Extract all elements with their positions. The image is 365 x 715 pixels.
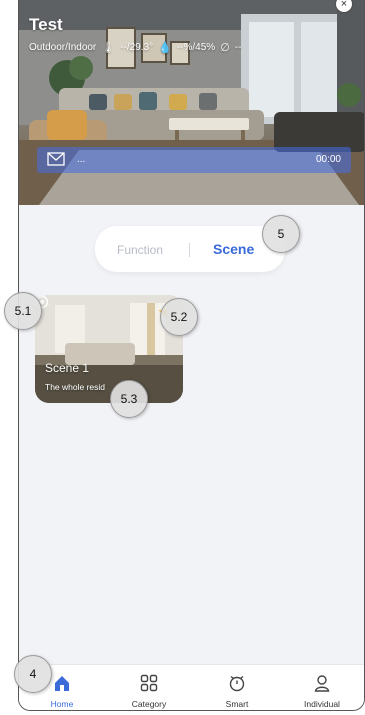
function-scene-tabs: Function Scene (95, 226, 285, 272)
nav-label-category: Category (131, 699, 167, 709)
callout-5-2: 5.2 (160, 298, 198, 336)
home-name[interactable]: Test (29, 15, 63, 35)
thermometer-icon: 🌡 (101, 42, 116, 54)
scene-description: The whole resid (45, 382, 106, 392)
home-cover-image: Test Outdoor/Indoor 🌡 --/29.3° 💧 --%/45%… (19, 0, 364, 205)
living-room-illustration (19, 0, 364, 205)
smart-clock-icon (229, 675, 245, 692)
nav-label-home: Home (50, 699, 74, 709)
home-icon (55, 676, 69, 691)
tab-function[interactable]: Function (117, 243, 163, 257)
callout-5-1: 5.1 (4, 292, 42, 330)
nav-item-individual[interactable]: Individual (287, 665, 357, 710)
humidity-value: --%/45% (176, 42, 216, 53)
mail-icon (47, 152, 65, 166)
callout-4: 4 (14, 655, 52, 693)
nav-label-individual: Individual (304, 699, 340, 709)
nav-label-smart: Smart (225, 699, 249, 709)
category-icon (140, 674, 158, 692)
humidity-icon: 💧 (158, 42, 172, 54)
air-quality-icon: ∅ (220, 42, 230, 54)
nav-item-category[interactable]: Category (114, 665, 184, 710)
bottom-navigation: Home Category Smart Individual (19, 664, 364, 710)
weather-label: Outdoor/Indoor (29, 42, 97, 53)
tab-scene[interactable]: Scene (213, 241, 254, 257)
user-icon (314, 675, 330, 692)
nav-item-smart[interactable]: Smart (202, 665, 272, 710)
callout-5-3: 5.3 (110, 380, 148, 418)
phone-screen: Test Outdoor/Indoor 🌡 --/29.3° 💧 --%/45%… (18, 0, 365, 711)
temperature-value: --/29.3° (120, 42, 154, 53)
scene-name: Scene 1 (45, 361, 90, 375)
weather-info: Outdoor/Indoor 🌡 --/29.3° 💧 --%/45% ∅ -- (29, 41, 241, 54)
message-text: ... (77, 154, 86, 165)
tab-divider (189, 243, 190, 257)
message-bar[interactable]: ... 00:00 (37, 147, 351, 173)
air-quality-value: -- (234, 42, 242, 53)
callout-5: 5 (262, 215, 300, 253)
message-time: 00:00 (315, 154, 341, 165)
